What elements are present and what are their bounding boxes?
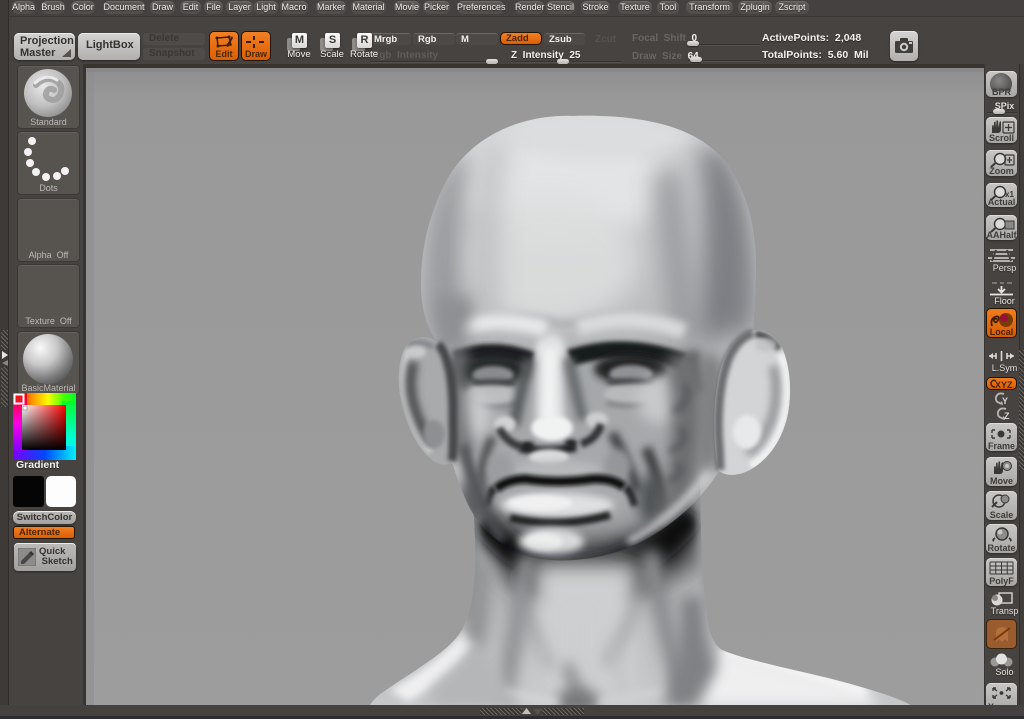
svg-text:XYZ: XYZ xyxy=(995,380,1013,390)
svg-text:Y: Y xyxy=(1002,396,1008,406)
svg-text:Z: Z xyxy=(1004,411,1010,421)
